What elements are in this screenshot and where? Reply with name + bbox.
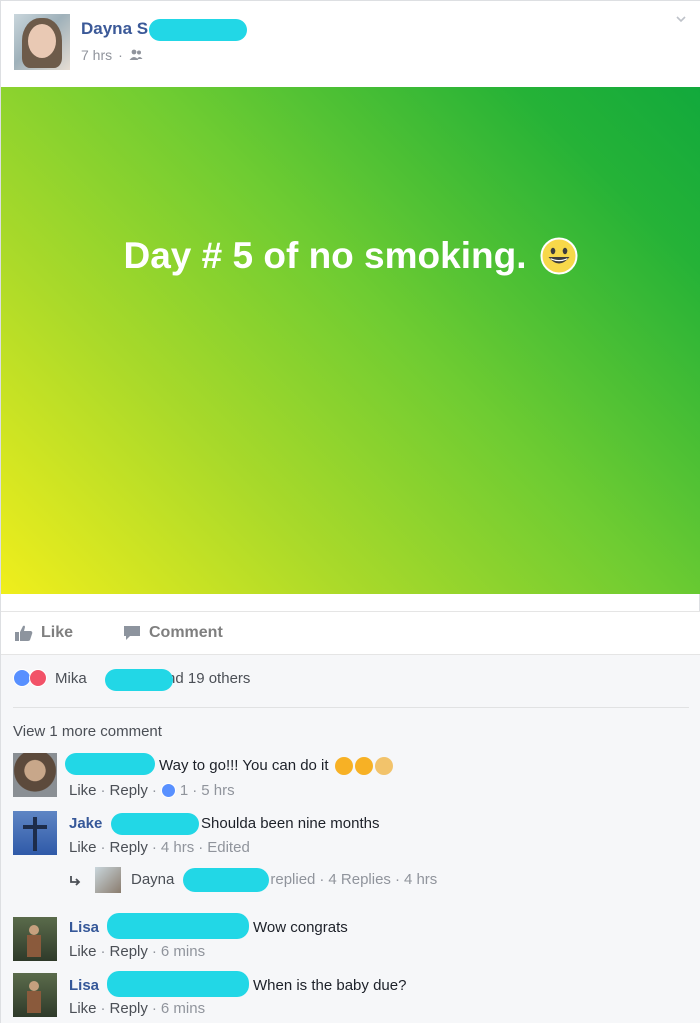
commenter-avatar[interactable]	[13, 811, 57, 855]
redaction-mark	[111, 813, 199, 835]
comment-reply-link[interactable]: Reply	[110, 943, 148, 960]
redaction-mark	[107, 913, 249, 939]
reply-time: 4 hrs	[403, 871, 438, 888]
comment-time[interactable]: 6 mins	[161, 1000, 205, 1017]
friends-icon	[129, 49, 143, 60]
replier-name[interactable]: Dayna	[131, 871, 174, 888]
comment-like-link[interactable]: Like	[69, 782, 97, 799]
status-text: Day # 5 of no smoking.	[123, 235, 527, 276]
comment-like-count[interactable]: 1	[180, 782, 188, 799]
comment-text: When is the baby due?	[253, 977, 407, 994]
grinning-face-emoji	[540, 237, 578, 275]
comment-time[interactable]: 6 mins	[161, 943, 205, 960]
reply-summary[interactable]: Dayna replied · 4 Replies · 4 hrs	[131, 871, 437, 888]
replied-label: replied	[270, 871, 316, 888]
redaction-mark	[149, 19, 247, 41]
like-reaction-icon	[160, 783, 176, 798]
comment-label: Comment	[149, 624, 223, 641]
status-background	[1, 87, 700, 594]
redaction-mark	[183, 868, 269, 892]
comment-icon	[124, 626, 140, 640]
status-message: Day # 5 of no smoking.	[1, 235, 700, 277]
comment-meta: Like · Reply · 1 · 5 hrs	[69, 782, 235, 799]
redaction-mark	[65, 753, 155, 775]
post-header: Dayna S 7 hrs ·	[1, 1, 700, 87]
replier-avatar[interactable]	[95, 867, 121, 893]
like-button[interactable]: Like	[15, 624, 73, 642]
action-bar: Like Comment	[1, 611, 700, 655]
author-avatar[interactable]	[14, 14, 70, 70]
comment-time[interactable]: 5 hrs	[201, 782, 234, 799]
love-reaction-icon	[29, 669, 47, 687]
commenter-name[interactable]: Lisa	[69, 919, 99, 936]
comment-edited[interactable]: Edited	[207, 839, 250, 856]
thumbs-up-emoji	[354, 757, 373, 776]
view-more-comments[interactable]: View 1 more comment	[13, 723, 162, 740]
redaction-mark	[105, 669, 173, 691]
comment-reply-link[interactable]: Reply	[110, 782, 148, 799]
commenter-name[interactable]: Lisa	[69, 977, 99, 994]
clapping-hands-emoji	[334, 757, 353, 776]
comment-button[interactable]: Comment	[123, 624, 223, 642]
comment-text: Shoulda been nine months	[201, 815, 380, 832]
waving-hand-emoji	[374, 757, 393, 776]
commenter-avatar[interactable]	[13, 973, 57, 1017]
commenter-avatar[interactable]	[13, 917, 57, 961]
comment-text: Way to go!!! You can do it	[159, 757, 393, 776]
commenter-name[interactable]: Jake	[69, 815, 102, 832]
reaction-first-name[interactable]: Mika	[55, 670, 87, 687]
comment-reply-link[interactable]: Reply	[110, 1000, 148, 1017]
comment-like-link[interactable]: Like	[69, 943, 97, 960]
comment-reply-link[interactable]: Reply	[110, 839, 148, 856]
thumbs-up-icon	[15, 625, 33, 641]
like-label: Like	[41, 624, 74, 641]
divider	[13, 707, 689, 708]
commenter-avatar[interactable]	[13, 753, 57, 797]
post-card: Dayna S 7 hrs · Day # 5 of no smoking. L…	[0, 0, 700, 1023]
comment-meta: Like · Reply · 6 mins	[69, 943, 206, 960]
replies-count[interactable]: 4 Replies	[328, 871, 391, 888]
comment-like-link[interactable]: Like	[69, 1000, 97, 1017]
comment-like-link[interactable]: Like	[69, 839, 97, 856]
chevron-down-icon[interactable]	[675, 13, 687, 25]
reply-arrow-icon	[70, 876, 81, 886]
comment-time[interactable]: 4 hrs	[161, 839, 194, 856]
author-name[interactable]: Dayna S	[81, 19, 148, 39]
comment-meta: Like · Reply · 4 hrs · Edited	[69, 839, 250, 856]
redaction-mark	[107, 971, 249, 997]
post-time[interactable]: 7 hrs	[81, 47, 112, 63]
post-meta: 7 hrs ·	[81, 47, 143, 63]
comment-meta: Like · Reply · 6 mins	[69, 1000, 206, 1017]
comment-text: Wow congrats	[253, 919, 348, 936]
